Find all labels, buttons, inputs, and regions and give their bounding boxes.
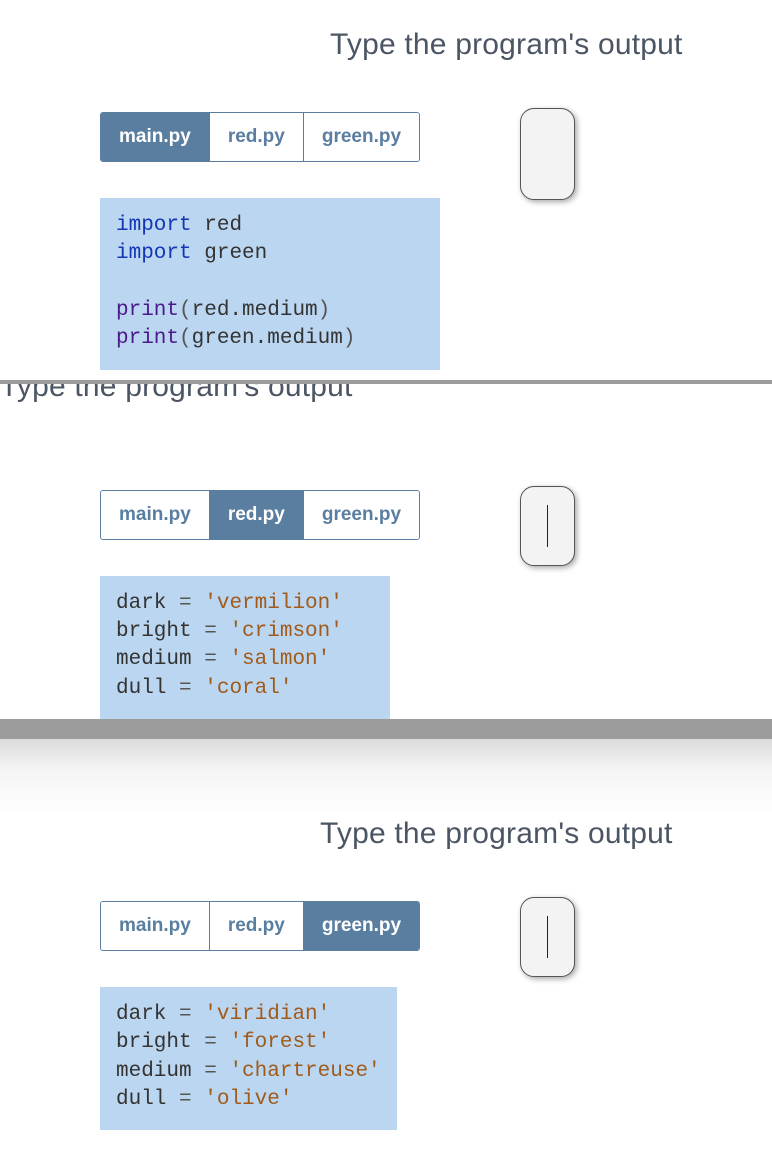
- fn-print: print: [116, 299, 179, 322]
- kw-import: import: [116, 214, 192, 237]
- str-viridian: 'viridian': [204, 1003, 330, 1026]
- file-tabs: main.py red.py green.py: [100, 901, 420, 951]
- code-green: dark = 'viridian' bright = 'forest' medi…: [100, 987, 397, 1130]
- str-vermilion: 'vermilion': [204, 592, 343, 615]
- tab-red[interactable]: red.py: [210, 491, 304, 539]
- tab-main[interactable]: main.py: [101, 902, 210, 950]
- tab-main[interactable]: main.py: [101, 491, 210, 539]
- var-bright: bright: [116, 620, 192, 643]
- output-input-box[interactable]: [520, 108, 575, 200]
- content-row: main.py red.py green.py dark = 'viridian…: [0, 901, 772, 1140]
- str-olive: 'olive': [204, 1088, 292, 1111]
- shadow-gradient: [0, 739, 772, 817]
- content-row: main.py red.py green.py dark = 'vermilio…: [0, 490, 772, 719]
- str-coral: 'coral': [204, 677, 292, 700]
- file-tabs: main.py red.py green.py: [100, 112, 420, 162]
- panel-main: Type the program's output main.py red.py…: [0, 0, 772, 380]
- var-dark: dark: [116, 592, 166, 615]
- var-medium: medium: [116, 1060, 192, 1083]
- str-forest: 'forest': [229, 1031, 330, 1054]
- file-tabs: main.py red.py green.py: [100, 490, 420, 540]
- str-chartreuse: 'chartreuse': [229, 1060, 380, 1083]
- str-salmon: 'salmon': [229, 648, 330, 671]
- content-row: main.py red.py green.py import red impor…: [0, 112, 772, 380]
- fn-print: print: [116, 327, 179, 350]
- code-main: import red import green print(red.medium…: [100, 198, 440, 370]
- var-dull: dull: [116, 677, 166, 700]
- expr-green-medium: green.medium: [192, 327, 343, 350]
- heading: Type the program's output: [0, 0, 772, 112]
- heading: Type the program's output: [0, 817, 772, 901]
- kw-import: import: [116, 242, 192, 265]
- var-dull: dull: [116, 1088, 166, 1111]
- divider-wide: [0, 719, 772, 739]
- panel-green: Type the program's output main.py red.py…: [0, 817, 772, 1140]
- tab-red[interactable]: red.py: [210, 902, 304, 950]
- tab-green[interactable]: green.py: [304, 902, 419, 950]
- left-column: main.py red.py green.py dark = 'viridian…: [100, 901, 460, 1130]
- output-input-box[interactable]: [520, 486, 575, 566]
- panel-red: Type the program's output main.py red.py…: [0, 384, 772, 719]
- heading-clipped: Type the program's output: [0, 384, 772, 428]
- var-bright: bright: [116, 1031, 192, 1054]
- expr-red-medium: red.medium: [192, 299, 318, 322]
- module-red: red: [204, 214, 242, 237]
- output-input-box[interactable]: [520, 897, 575, 977]
- str-crimson: 'crimson': [229, 620, 342, 643]
- text-cursor-icon: [547, 505, 548, 547]
- var-medium: medium: [116, 648, 192, 671]
- var-dark: dark: [116, 1003, 166, 1026]
- tab-red[interactable]: red.py: [210, 113, 304, 161]
- module-green: green: [204, 242, 267, 265]
- tab-green[interactable]: green.py: [304, 491, 419, 539]
- left-column: main.py red.py green.py dark = 'vermilio…: [100, 490, 460, 719]
- code-red: dark = 'vermilion' bright = 'crimson' me…: [100, 576, 390, 719]
- tab-green[interactable]: green.py: [304, 113, 419, 161]
- left-column: main.py red.py green.py import red impor…: [100, 112, 460, 370]
- tab-main[interactable]: main.py: [101, 113, 210, 161]
- text-cursor-icon: [547, 916, 548, 958]
